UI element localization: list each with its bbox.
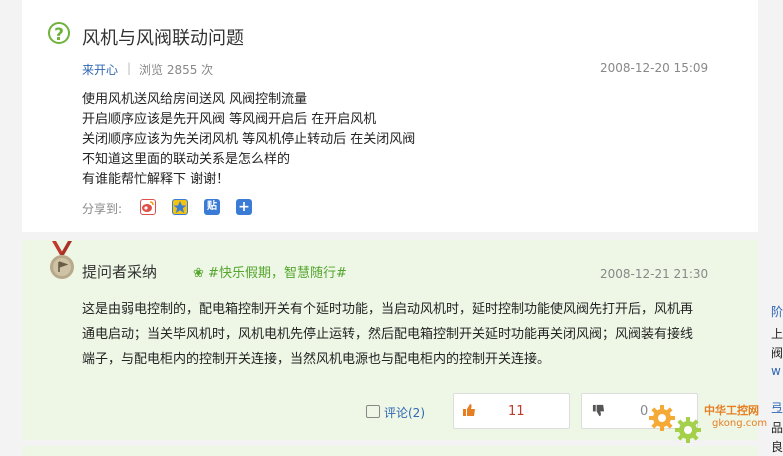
question-mark-icon: ? — [48, 22, 70, 45]
meta-separator: | — [127, 61, 132, 75]
sidebar-text: 上 — [771, 327, 783, 341]
thumbs-down-icon — [592, 404, 605, 417]
comment-icon — [366, 405, 380, 418]
weibo-icon[interactable] — [140, 199, 156, 215]
sidebar-text: w — [771, 364, 781, 378]
topic-tag-link[interactable]: ❀ #快乐假期，智慧随行# — [193, 262, 347, 281]
comment-button[interactable]: 评论(2) — [366, 404, 425, 421]
answer-label: 提问者采纳 — [82, 263, 158, 281]
next-answer-strip — [22, 446, 758, 456]
question-title: 风机与风阀联动问题 — [82, 28, 244, 49]
question-body: 使用风机送风给房间送风 风阀控制流量 开启顺序应该是先开风阀 等风阀开启后 在开… — [82, 90, 415, 190]
qzone-icon[interactable] — [172, 199, 188, 215]
question-line: 不知道这里面的联动关系是怎么样的 — [82, 152, 291, 167]
question-line: 开启顺序应该是先开风阀 等风阀开启后 在开启风机 — [82, 112, 377, 127]
like-count: 11 — [508, 404, 525, 419]
more-share-icon[interactable]: + — [236, 199, 252, 215]
question-date: 2008-12-20 15:09 — [600, 61, 709, 75]
sidebar-text[interactable]: 阶 — [771, 303, 783, 320]
question-line: 关闭顺序应该为先关闭风机 等风机停止转动后 在关闭风阀 — [82, 132, 416, 147]
gear-logo-icon — [649, 405, 701, 443]
comment-label: 评论(2) — [384, 406, 425, 420]
share-label: 分享到: — [82, 202, 123, 216]
topic-tag-text: #快乐假期，智慧随行# — [208, 266, 347, 281]
sidebar-text[interactable]: 弖 — [771, 399, 783, 416]
question-author-link[interactable]: 来开心 — [82, 61, 118, 78]
question-line: 使用风机送风给房间送风 风阀控制流量 — [82, 92, 308, 107]
watermark-title: 中华工控网 — [704, 404, 759, 417]
tieba-icon[interactable]: 贴 — [204, 199, 220, 215]
sidebar-text: 阀 — [771, 346, 783, 360]
thumbs-up-icon — [463, 404, 475, 416]
answer-date: 2008-12-21 21:30 — [600, 267, 709, 281]
sidebar-text: 品 — [771, 421, 783, 435]
view-count: 浏览 2855 次 — [139, 63, 214, 77]
answer-body: 这是由弱电控制的，配电箱控制开关有个延时功能，当启动风机时，延时控制功能使风阀先… — [82, 302, 694, 367]
medal-icon — [50, 241, 74, 279]
question-line: 有谁能帮忙解释下 谢谢！ — [82, 172, 230, 187]
sidebar-text: 良 — [771, 440, 783, 454]
watermark-url: gkong.com — [712, 418, 768, 429]
flower-icon: ❀ — [193, 266, 204, 281]
